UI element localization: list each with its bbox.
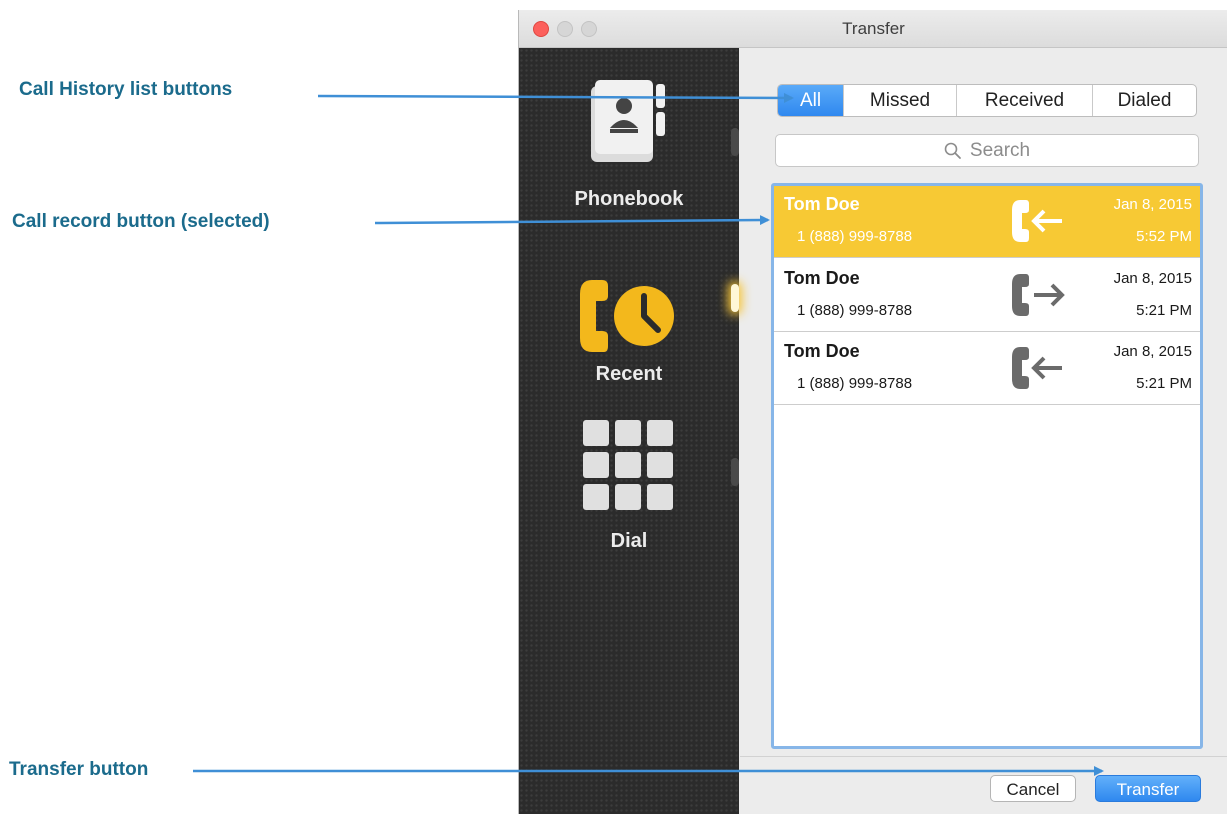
incoming-call-icon	[1012, 200, 1062, 242]
filter-received-button[interactable]: Received	[957, 85, 1093, 116]
call-record-name: Tom Doe	[784, 268, 860, 288]
call-record[interactable]: Tom Doe 1 (888) 999-8788 Jan 8, 2015 5:2…	[774, 260, 1200, 332]
sidebar-item-recent[interactable]: Recent	[519, 258, 739, 388]
dialpad-icon	[583, 420, 673, 510]
callout-call-history-label: Call History list buttons	[19, 79, 233, 100]
sidebar-notch	[731, 458, 739, 486]
filter-missed-button[interactable]: Missed	[844, 85, 957, 116]
callout-transfer-label: Transfer button	[9, 759, 149, 780]
footer-divider	[740, 756, 1227, 757]
call-record-time: 5:21 PM	[1136, 375, 1192, 392]
call-record-date: Jan 8, 2015	[1113, 343, 1192, 360]
call-record-name: Tom Doe	[784, 194, 860, 214]
recent-icon	[580, 280, 674, 352]
incoming-call-icon	[1012, 347, 1062, 389]
call-record-number: 1 (888) 999-8788	[797, 302, 913, 319]
call-record-time: 5:21 PM	[1136, 302, 1192, 319]
sidebar-item-label: Phonebook	[574, 188, 684, 210]
title-bar: Transfer	[519, 10, 1227, 48]
sidebar-item-phonebook[interactable]: Phonebook	[519, 48, 739, 218]
call-record-name: Tom Doe	[784, 341, 860, 361]
call-record-date: Jan 8, 2015	[1113, 270, 1192, 287]
sidebar-item-label: Recent	[595, 363, 663, 385]
sidebar-notch	[731, 128, 739, 156]
call-record[interactable]: Tom Doe 1 (888) 999-8788 Jan 8, 2015 5:5…	[774, 186, 1200, 258]
callout-call-record-label: Call record button (selected)	[12, 211, 270, 232]
outgoing-call-icon	[1012, 274, 1065, 316]
call-history-list: Tom Doe 1 (888) 999-8788 Jan 8, 2015 5:5…	[771, 183, 1203, 749]
search-input[interactable]: Search	[775, 134, 1199, 167]
filter-all-button[interactable]: All	[778, 85, 844, 116]
cancel-button[interactable]: Cancel	[990, 775, 1076, 802]
transfer-window: Transfer Phonebook Recent Dial All Misse…	[518, 10, 1227, 814]
window-title: Transfer	[842, 19, 905, 38]
sidebar: Phonebook Recent Dial	[519, 48, 739, 814]
sidebar-item-label: Dial	[610, 530, 648, 552]
call-record-time: 5:52 PM	[1136, 228, 1192, 245]
phonebook-icon	[591, 80, 665, 162]
search-placeholder: Search	[969, 139, 1031, 161]
sidebar-active-indicator	[731, 284, 739, 312]
call-record-date: Jan 8, 2015	[1113, 196, 1192, 213]
call-record-number: 1 (888) 999-8788	[797, 228, 913, 245]
transfer-button[interactable]: Transfer	[1095, 775, 1201, 802]
search-icon	[944, 142, 961, 159]
call-record-number: 1 (888) 999-8788	[797, 375, 913, 392]
filter-dialed-button[interactable]: Dialed	[1093, 85, 1196, 116]
call-history-filter: All Missed Received Dialed	[777, 84, 1197, 117]
sidebar-item-dial[interactable]: Dial	[519, 418, 739, 558]
call-record[interactable]: Tom Doe 1 (888) 999-8788 Jan 8, 2015 5:2…	[774, 333, 1200, 405]
